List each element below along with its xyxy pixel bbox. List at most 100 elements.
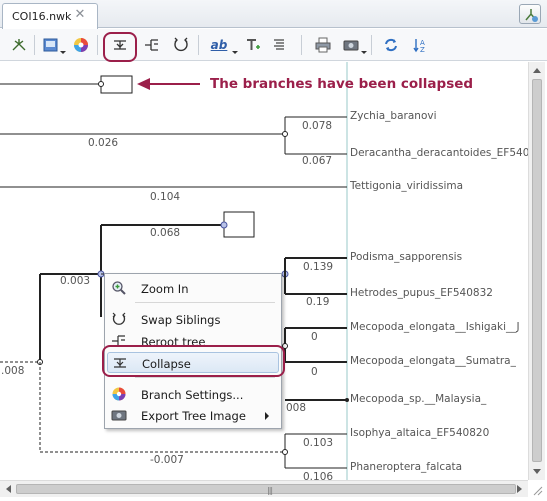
branch-length-label: 0 (311, 366, 318, 378)
text-add-icon (247, 39, 260, 50)
sort-button[interactable]: A Z (410, 34, 432, 56)
collapsed-clade-box[interactable] (100, 75, 133, 94)
menu-item-branch-settings[interactable]: Branch Settings... (107, 384, 279, 405)
toolbar: ab A Z (0, 29, 547, 61)
collapsed-clade-box[interactable] (223, 211, 255, 238)
menu-item-export-tree-image[interactable]: Export Tree Image (107, 405, 279, 426)
scroll-left-arrow-icon[interactable] (6, 485, 11, 493)
scroll-grip: ||| (267, 486, 273, 495)
reroot-button[interactable] (8, 34, 30, 56)
swap-siblings-icon (174, 37, 188, 52)
menu-item-swap-siblings[interactable]: Swap Siblings (107, 309, 279, 330)
branch-length-label: .008 (1, 365, 25, 377)
vertical-scrollbar[interactable] (528, 62, 545, 480)
reroot-icon (12, 39, 26, 51)
branch-length-label: -0.007 (150, 454, 184, 466)
leaf-label[interactable]: Hetrodes_pupus_EF540832 (350, 287, 493, 299)
close-icon[interactable]: ✕ (73, 8, 87, 22)
view-options-button[interactable] (519, 4, 541, 24)
branch-length-label: 0.19 (306, 296, 330, 308)
export-image-icon (111, 410, 127, 421)
menu-item-zoom-in[interactable]: Zoom In (107, 278, 279, 299)
toolbar-separator (34, 35, 35, 55)
collapse-menu-highlight-ring (102, 345, 285, 377)
align-labels-button[interactable] (268, 34, 290, 56)
tree-view-icon (525, 9, 538, 22)
text-ab-icon: ab (210, 38, 228, 52)
vertical-scroll-thumb[interactable] (532, 79, 542, 462)
branch-length-label: 0.104 (150, 191, 181, 203)
svg-text:Z: Z (420, 46, 425, 54)
print-button[interactable] (312, 34, 334, 56)
node[interactable] (98, 81, 104, 87)
annotation-text: The branches have been collapsed (210, 76, 474, 92)
leaf-label[interactable]: Mecopoda_sp.__Malaysia_ (350, 393, 486, 405)
chevron-down-icon (232, 51, 238, 54)
leaf-label[interactable]: Deracantha_deracantoides_EF540 (350, 147, 528, 159)
leaf-label[interactable]: Mecopoda_elongata__Sumatra_ (350, 355, 516, 367)
leaf-label[interactable]: Isophya_altaica_EF540820 (350, 427, 489, 439)
submenu-arrow-icon (265, 412, 269, 420)
leaf-label[interactable]: Mecopoda_elongata__Ishigaki__J (350, 321, 520, 333)
collapse-highlight-ring (103, 32, 137, 62)
swap-siblings-icon (112, 312, 126, 325)
branch-length-label: 0.139 (303, 261, 334, 273)
branch-length-label: 008 (286, 402, 307, 414)
leaf-label[interactable]: Zychia_baranovi (350, 110, 437, 122)
refresh-icon (385, 38, 397, 52)
branch-length-label: 0.067 (302, 155, 333, 167)
menu-item-label: Swap Siblings (141, 313, 221, 327)
scroll-up-arrow-icon[interactable] (533, 68, 541, 73)
horizontal-scrollbar[interactable]: ||| (0, 480, 528, 497)
node[interactable] (220, 221, 228, 229)
toolbar-separator (97, 35, 98, 55)
reroot-tree-icon (145, 39, 158, 51)
leaf-label[interactable]: Tettigonia_viridissima (350, 180, 463, 192)
tab-bar: COI16.nwk ✕ (0, 0, 547, 29)
add-label-button[interactable] (242, 34, 264, 56)
chevron-down-icon (60, 51, 66, 54)
branch-length-label: 0.026 (88, 137, 119, 149)
reroot-tree-button[interactable] (141, 34, 163, 56)
export-image-button[interactable] (340, 34, 362, 56)
node[interactable] (282, 449, 288, 455)
branch-length-label: 0.003 (60, 275, 91, 287)
branch-length-label: 0 (311, 331, 318, 343)
toolbar-separator (198, 35, 199, 55)
resize-grip-icon[interactable] (531, 484, 543, 496)
toolbar-separator (371, 35, 372, 55)
appearance-icon (43, 38, 58, 52)
menu-item-label: Export Tree Image (141, 409, 246, 423)
tab-coi16[interactable]: COI16.nwk ✕ (2, 3, 98, 29)
align-icon (274, 39, 284, 50)
color-wheel-icon (74, 38, 88, 52)
scroll-right-arrow-icon[interactable] (517, 485, 522, 493)
refresh-button[interactable] (380, 34, 402, 56)
text-style-button[interactable]: ab (206, 34, 232, 56)
annotation-arrow-head (137, 78, 150, 90)
zoom-in-icon (112, 281, 126, 295)
horizontal-scroll-thumb[interactable]: ||| (16, 484, 516, 495)
branch-length-label: 0.106 (303, 471, 334, 480)
menu-separator (135, 302, 275, 303)
leaf-label[interactable]: Podisma_sapporensis (350, 251, 462, 263)
swap-siblings-button[interactable] (170, 34, 192, 56)
toolbar-separator (301, 35, 302, 55)
branch-length-label: 0.078 (302, 120, 333, 132)
leaf-label[interactable]: Phaneroptera_falcata (350, 461, 462, 473)
color-wheel-icon (112, 387, 126, 401)
appearance-button[interactable] (40, 34, 62, 56)
menu-separator (135, 377, 275, 378)
node[interactable] (282, 131, 288, 137)
chevron-down-icon (361, 51, 367, 54)
scroll-down-arrow-icon[interactable] (533, 469, 541, 474)
node[interactable] (345, 398, 349, 402)
menu-item-label: Zoom In (141, 282, 189, 296)
menu-item-label: Branch Settings... (141, 388, 244, 402)
sort-az-icon: A Z (413, 39, 425, 54)
tab-title: COI16.nwk (12, 10, 72, 23)
branch-length-label: 0.103 (303, 437, 334, 449)
print-icon (315, 37, 331, 53)
branch-color-button[interactable] (70, 34, 92, 56)
branch-length-label: 0.068 (150, 227, 181, 239)
